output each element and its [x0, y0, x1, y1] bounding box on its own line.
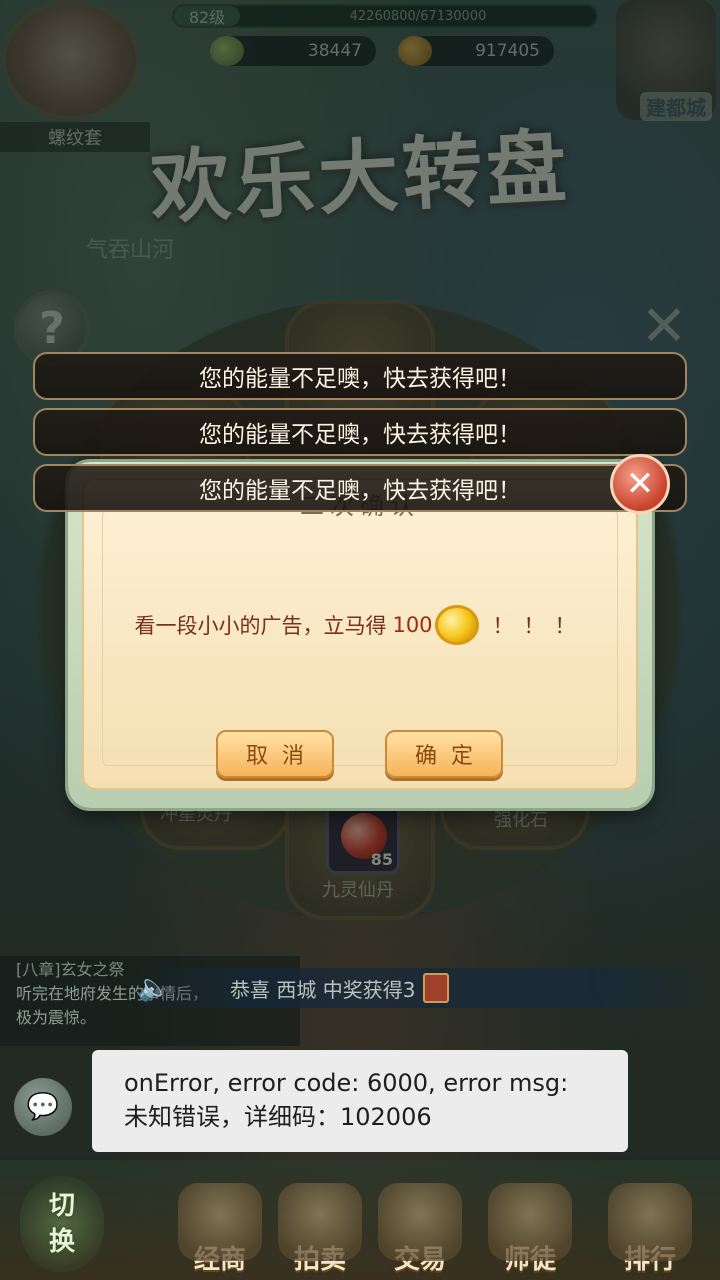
- auction-icon: [278, 1183, 362, 1261]
- confirm-button[interactable]: 确定: [385, 730, 503, 778]
- dock-item-auction[interactable]: 拍卖: [270, 1164, 370, 1276]
- speaker-icon: 🔈: [137, 973, 171, 1003]
- reward-amount: 100: [392, 613, 433, 637]
- system-error-toast: onError, error code: 6000, error msg: 未知…: [92, 1050, 628, 1152]
- mentor-icon: [488, 1183, 572, 1261]
- dialog-message-text: 看一段小小的广告，立马得: [134, 614, 387, 638]
- dock-item-exchange[interactable]: 交易: [370, 1164, 470, 1276]
- red-envelope-icon: [423, 973, 450, 1003]
- gold-coin-icon: [434, 605, 479, 645]
- energy-toast-1: 您的能量不足噢，快去获得吧！: [33, 352, 687, 400]
- broadcast-bar: 🔈 恭喜 西城 中奖获得3: [130, 968, 710, 1008]
- dock-item-trade-business[interactable]: 经商: [170, 1164, 270, 1276]
- dock-item-mentor[interactable]: 师徒: [480, 1164, 580, 1276]
- chat-bubble-button[interactable]: 💬: [14, 1078, 72, 1136]
- switch-button[interactable]: 切 换: [20, 1176, 104, 1272]
- dock-item-ranking[interactable]: 排行: [600, 1164, 700, 1276]
- chat-line-2: 极为震惊。: [16, 1008, 97, 1027]
- energy-toast-2: 您的能量不足噢，快去获得吧！: [33, 408, 687, 456]
- dialog-close-button[interactable]: ✕: [610, 454, 670, 514]
- switch-label-2: 换: [48, 1227, 75, 1257]
- ranking-icon: [608, 1183, 692, 1261]
- business-icon: [178, 1183, 262, 1261]
- cancel-button[interactable]: 取消: [216, 730, 334, 778]
- dialog-message-suffix: ！！！: [492, 614, 586, 638]
- switch-label-1: 切: [48, 1191, 75, 1221]
- energy-toast-3: 您的能量不足噢，快去获得吧！: [33, 464, 687, 512]
- dialog-message: 看一段小小的广告，立马得 100 ！！！: [82, 600, 638, 650]
- exchange-icon: [378, 1183, 462, 1261]
- broadcast-text: 恭喜 西城 中奖获得3: [230, 977, 416, 1002]
